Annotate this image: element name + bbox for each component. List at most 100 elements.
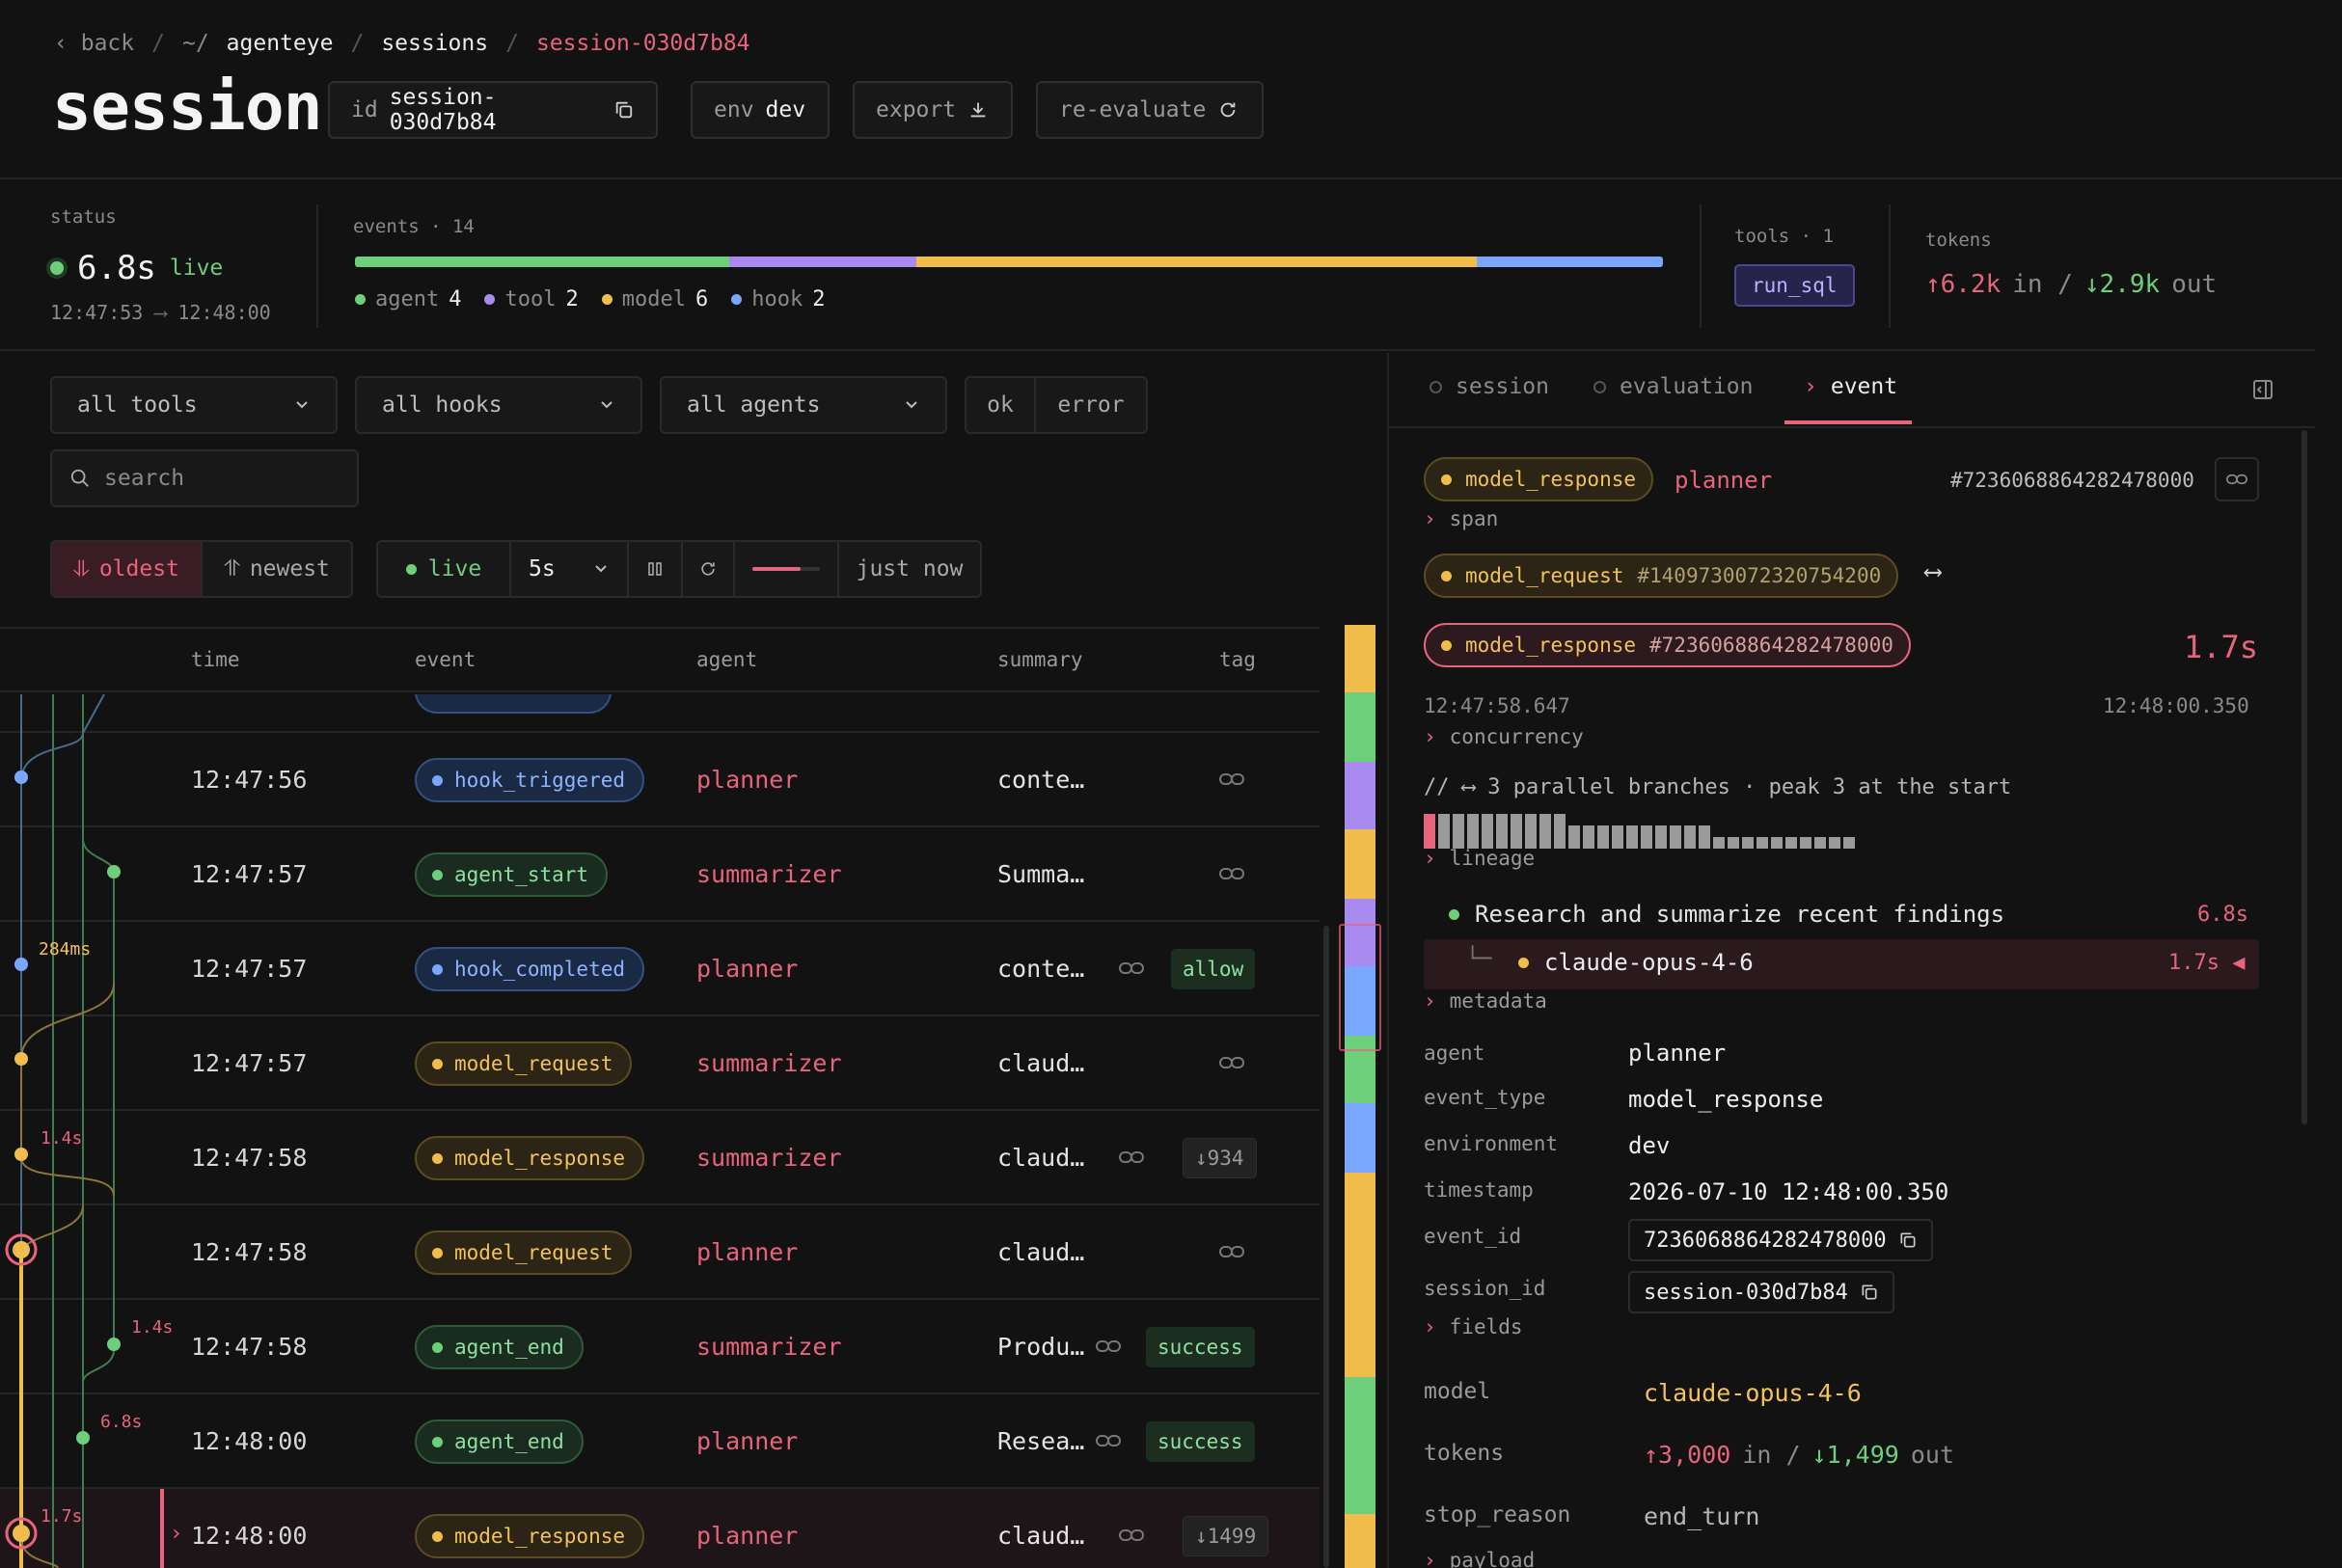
concurrency-bar — [1554, 814, 1566, 849]
table-row[interactable]: 12:47:58 agent_end summarizer Produ… success — [0, 1300, 1320, 1394]
table-scrollbar[interactable] — [1323, 926, 1329, 1568]
pause-icon — [648, 562, 662, 576]
table-row[interactable]: 12:47:58 model_response summarizer claud… ↓9… — [0, 1111, 1320, 1205]
table-row[interactable]: 12:47:58 model_request planner claud… — [0, 1205, 1320, 1300]
concurrency-bar — [1482, 814, 1493, 849]
row-time: 12:47:57 — [191, 860, 308, 888]
dot-icon — [1441, 570, 1452, 581]
table-row[interactable]: 12:48:00 agent_end planner Resea… success — [0, 1394, 1320, 1489]
table-row[interactable] — [0, 694, 1320, 733]
legend-item-tool[interactable]: tool 2 — [484, 287, 579, 311]
concurrency-bar — [1467, 814, 1479, 849]
column-agent[interactable]: agent — [696, 648, 757, 671]
link-icon[interactable] — [1219, 1242, 1244, 1261]
link-icon[interactable] — [1219, 1053, 1244, 1072]
link-icon[interactable] — [1096, 1431, 1121, 1450]
concurrency-bar — [1641, 825, 1652, 849]
span-section-toggle[interactable]: › span — [1424, 507, 1498, 530]
row-summary: conte… — [997, 955, 1085, 983]
concurrency-section-toggle[interactable]: › concurrency — [1424, 725, 1584, 748]
table-row[interactable]: 12:47:57 model_request summarizer claud… — [0, 1016, 1320, 1111]
minimap-viewport[interactable] — [1339, 924, 1381, 1051]
divider — [1389, 426, 2315, 428]
tool-chip-run-sql[interactable]: run_sql — [1734, 264, 1855, 307]
sort-oldest-button[interactable]: ⥥ oldest — [52, 542, 203, 596]
back-link[interactable]: ‹ back — [54, 31, 134, 56]
pause-button[interactable] — [629, 542, 683, 596]
table-row[interactable]: 12:47:57 hook_completed planner conte… allow — [0, 922, 1320, 1016]
copy-link-button[interactable] — [2215, 457, 2259, 501]
meta-event-id-chip[interactable]: 7236068864282478000 — [1628, 1219, 1933, 1261]
span-response-label: model_response — [1465, 634, 1637, 657]
legend-count: 4 — [449, 287, 462, 311]
divider — [1889, 204, 1891, 328]
env-button[interactable]: env dev — [691, 81, 830, 139]
breadcrumb-project[interactable]: agenteye — [227, 31, 334, 56]
column-summary[interactable]: summary — [997, 648, 1083, 671]
field-stop-reason-value: end_turn — [1644, 1502, 1760, 1530]
interval-select[interactable]: 5s — [511, 542, 629, 596]
breadcrumb-home[interactable]: ~/ — [182, 31, 209, 56]
table-row[interactable]: 12:48:00 model_response planner claud… ↓1499 — [0, 1489, 1320, 1568]
legend-label: model — [621, 287, 686, 311]
column-time[interactable]: time — [191, 648, 240, 671]
concurrency-bar — [1713, 837, 1725, 849]
search-input[interactable]: search — [50, 449, 359, 507]
tab-evaluation[interactable]: evaluation — [1593, 374, 1753, 399]
fields-section-toggle[interactable]: › fields — [1424, 1315, 1523, 1338]
meta-session-id-chip[interactable]: session-030d7b84 — [1628, 1271, 1894, 1313]
sort-oldest-label: oldest — [98, 556, 179, 581]
live-toggle[interactable]: live — [378, 542, 511, 596]
column-tag[interactable]: tag — [1219, 648, 1256, 671]
link-icon[interactable] — [1119, 1148, 1144, 1167]
export-button[interactable]: export — [853, 81, 1013, 139]
row-summary: claud… — [997, 1522, 1085, 1550]
copy-icon — [1862, 1284, 1877, 1300]
chevron-down-icon — [595, 565, 607, 573]
tools-filter-select[interactable]: all tools — [50, 376, 338, 434]
status-start: 12:47:53 — [50, 301, 144, 324]
hooks-filter-select[interactable]: all hooks — [355, 376, 642, 434]
panel-scrollbar[interactable] — [2301, 430, 2307, 1124]
row-time: 12:47:58 — [191, 1238, 308, 1266]
tab-session[interactable]: session — [1430, 374, 1549, 399]
table-row[interactable]: 12:47:57 agent_start summarizer Summa… — [0, 827, 1320, 922]
breadcrumb: ‹ back / ~/ agenteye / sessions / sessio… — [54, 31, 750, 56]
span-request-pill[interactable]: model_request #1409730072320754200 — [1424, 554, 1899, 598]
refresh-button[interactable] — [683, 542, 735, 596]
metadata-section-toggle[interactable]: › metadata — [1424, 989, 1547, 1013]
column-event[interactable]: event — [415, 648, 476, 671]
dot-icon — [601, 294, 613, 305]
collapse-panel-icon[interactable] — [2251, 378, 2274, 401]
legend-item-model[interactable]: model 6 — [601, 287, 708, 311]
lineage-section-toggle[interactable]: › lineage — [1424, 847, 1535, 870]
events-bar-segment-hook — [1477, 257, 1663, 267]
concurrency-bar — [1496, 814, 1508, 849]
table-row[interactable]: 12:47:56 hook_triggered planner conte… — [0, 733, 1320, 827]
link-icon[interactable] — [1219, 864, 1244, 883]
payload-section-label: payload — [1449, 1549, 1536, 1568]
link-icon[interactable] — [1096, 1337, 1121, 1356]
last-updated: just now — [856, 556, 964, 581]
agents-filter-select[interactable]: all agents — [660, 376, 947, 434]
link-icon[interactable] — [1119, 1526, 1144, 1545]
link-icon[interactable] — [1119, 959, 1144, 978]
re-evaluate-button[interactable]: re-evaluate — [1036, 81, 1264, 139]
breadcrumb-separator: / — [151, 31, 165, 56]
status-label: status — [50, 206, 117, 228]
event-minimap[interactable] — [1345, 625, 1375, 1568]
ok-filter-button[interactable]: ok — [967, 378, 1036, 432]
span-response-pill[interactable]: model_response #7236068864282478000 — [1424, 623, 1911, 667]
session-id-button[interactable]: id session-030d7b84 — [328, 81, 658, 139]
sort-newest-button[interactable]: ⥣ newest — [203, 542, 351, 596]
chevron-down-icon — [906, 401, 917, 409]
link-icon[interactable] — [1219, 770, 1244, 789]
breadcrumb-sessions[interactable]: sessions — [381, 31, 488, 56]
error-filter-button[interactable]: error — [1036, 378, 1146, 432]
page-title: session — [52, 69, 323, 146]
legend-item-hook[interactable]: hook 2 — [731, 287, 825, 311]
legend-item-agent[interactable]: agent 4 — [355, 287, 461, 311]
lineage-root[interactable]: Research and summarize recent findings — [1449, 901, 2004, 928]
payload-section-toggle[interactable]: › payload — [1424, 1549, 1535, 1568]
tab-event[interactable]: › event — [1804, 374, 1897, 399]
